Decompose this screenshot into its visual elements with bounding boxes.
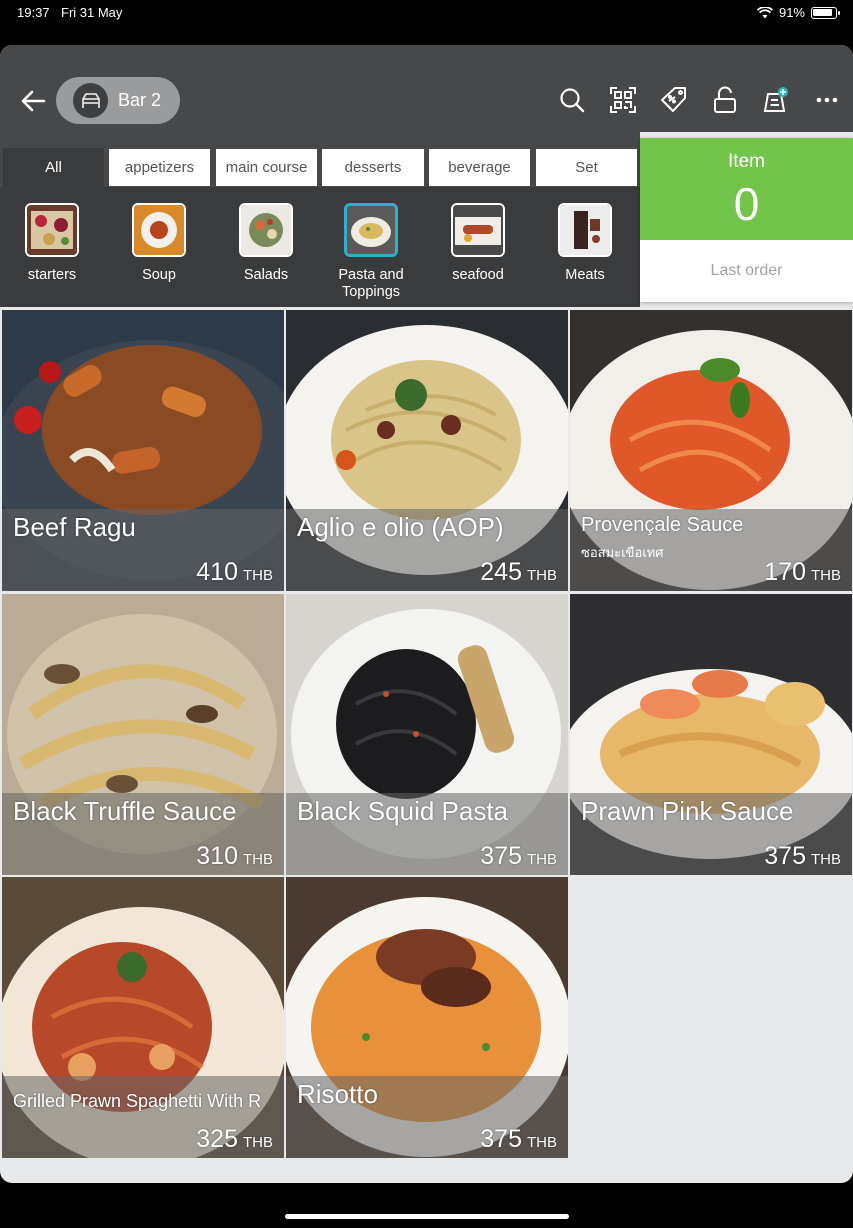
- menu-item-price: 410 THB: [196, 558, 273, 586]
- more-options-icon[interactable]: [813, 86, 841, 114]
- subcategory-soup[interactable]: Soup: [109, 203, 209, 284]
- status-right: 91%: [756, 5, 840, 20]
- home-indicator[interactable]: [285, 1214, 569, 1219]
- menu-item-price: 310 THB: [196, 842, 273, 870]
- pos-sheet: Bar 2 All appetizers main course dessert…: [0, 45, 853, 1183]
- status-time: 19:37: [17, 5, 50, 20]
- salads-thumbnail: [239, 203, 293, 257]
- status-bar: 19:37 Fri 31 May 91%: [0, 0, 853, 26]
- menu-item-card[interactable]: Black Truffle Sauce 310 THB: [2, 594, 284, 875]
- subcategory-meats[interactable]: Meats: [535, 203, 635, 284]
- discount-tag-icon[interactable]: [660, 86, 688, 114]
- last-order-button[interactable]: Last order: [640, 240, 853, 280]
- starters-thumbnail: [25, 203, 79, 257]
- menu-item-name: Risotto: [297, 1079, 378, 1109]
- battery-percent: 91%: [778, 5, 805, 20]
- meats-thumbnail: [558, 203, 612, 257]
- status-date: Fri 31 May: [61, 5, 123, 20]
- tab-appetizers[interactable]: appetizers: [109, 149, 210, 186]
- unlock-icon[interactable]: [711, 86, 739, 114]
- qr-code-icon[interactable]: [609, 86, 637, 114]
- menu-item-card[interactable]: Provençale Sauce ซอสมะเขือเทศ 170 THB: [570, 310, 852, 591]
- menu-item-subtitle: ซอสมะเขือเทศ: [581, 545, 664, 560]
- subcategory-starters[interactable]: starters: [2, 203, 102, 284]
- battery-icon: [811, 6, 840, 19]
- table-name: Bar 2: [118, 90, 162, 110]
- table-selector[interactable]: Bar 2: [56, 77, 180, 124]
- menu-item-card[interactable]: Aglio e olio (AOP) 245 THB: [286, 310, 568, 591]
- pasta-thumbnail: [344, 203, 398, 257]
- order-summary-panel[interactable]: Item 0 Last order: [640, 138, 853, 302]
- add-order-icon[interactable]: [762, 86, 790, 114]
- menu-item-card[interactable]: Risotto 375 THB: [286, 877, 568, 1158]
- subcategory-label: Salads: [243, 267, 289, 283]
- tab-beverage[interactable]: beverage: [429, 149, 530, 186]
- subcategory-label: Pasta and Toppings: [338, 267, 404, 300]
- subcategory-seafood[interactable]: seafood: [428, 203, 528, 284]
- header-bar: Bar 2: [0, 45, 853, 132]
- subcategory-salads[interactable]: Salads: [216, 203, 316, 284]
- menu-item-name: Prawn Pink Sauce: [581, 796, 794, 826]
- menu-item-card[interactable]: Black Squid Pasta 375 THB: [286, 594, 568, 875]
- table-icon: [73, 83, 108, 118]
- subcategory-label: Meats: [565, 267, 605, 283]
- subcategory-label: starters: [27, 267, 77, 283]
- menu-item-card[interactable]: Beef Ragu 410 THB: [2, 310, 284, 591]
- menu-item-name: Black Truffle Sauce: [13, 796, 237, 826]
- menu-grid: Beef Ragu 410 THB Aglio e olio (AOP) 245 T…: [0, 307, 853, 1183]
- menu-item-price: 375 THB: [480, 1125, 557, 1153]
- item-label: Item: [728, 151, 765, 172]
- subcategory-label: seafood: [452, 267, 504, 283]
- category-tabs: All appetizers main course desserts beve…: [0, 132, 640, 187]
- menu-item-price: 245 THB: [480, 558, 557, 586]
- menu-item-name: Grilled Prawn Spaghetti With R: [13, 1091, 262, 1111]
- subcategory-row: starters Soup Salads Pasta and Toppings …: [0, 187, 640, 307]
- tab-set[interactable]: Set: [536, 149, 637, 186]
- menu-item-name: Black Squid Pasta: [297, 796, 509, 826]
- menu-item-name: Aglio e olio (AOP): [297, 512, 504, 542]
- item-count-box: Item 0: [640, 138, 853, 240]
- menu-item-price: 170 THB: [764, 558, 841, 586]
- soup-thumbnail: [132, 203, 186, 257]
- menu-item-price: 375 THB: [764, 842, 841, 870]
- search-icon[interactable]: [558, 86, 586, 114]
- tab-main-course[interactable]: main course: [216, 149, 317, 186]
- tab-all[interactable]: All: [3, 148, 104, 187]
- menu-item-card[interactable]: Grilled Prawn Spaghetti With R 325 THB: [2, 877, 284, 1158]
- item-count: 0: [733, 178, 760, 230]
- subcategory-label: Soup: [142, 267, 176, 283]
- menu-item-name: Provençale Sauce: [581, 514, 744, 536]
- back-arrow-icon[interactable]: [18, 86, 48, 116]
- tab-desserts[interactable]: desserts: [322, 149, 424, 186]
- seafood-thumbnail: [451, 203, 505, 257]
- menu-item-price: 325 THB: [196, 1125, 273, 1153]
- menu-item-name: Beef Ragu: [13, 512, 136, 542]
- subcategory-pasta[interactable]: Pasta and Toppings: [321, 203, 421, 301]
- wifi-icon: [756, 6, 773, 18]
- menu-item-price: 375 THB: [480, 842, 557, 870]
- menu-item-card[interactable]: Prawn Pink Sauce 375 THB: [570, 594, 852, 875]
